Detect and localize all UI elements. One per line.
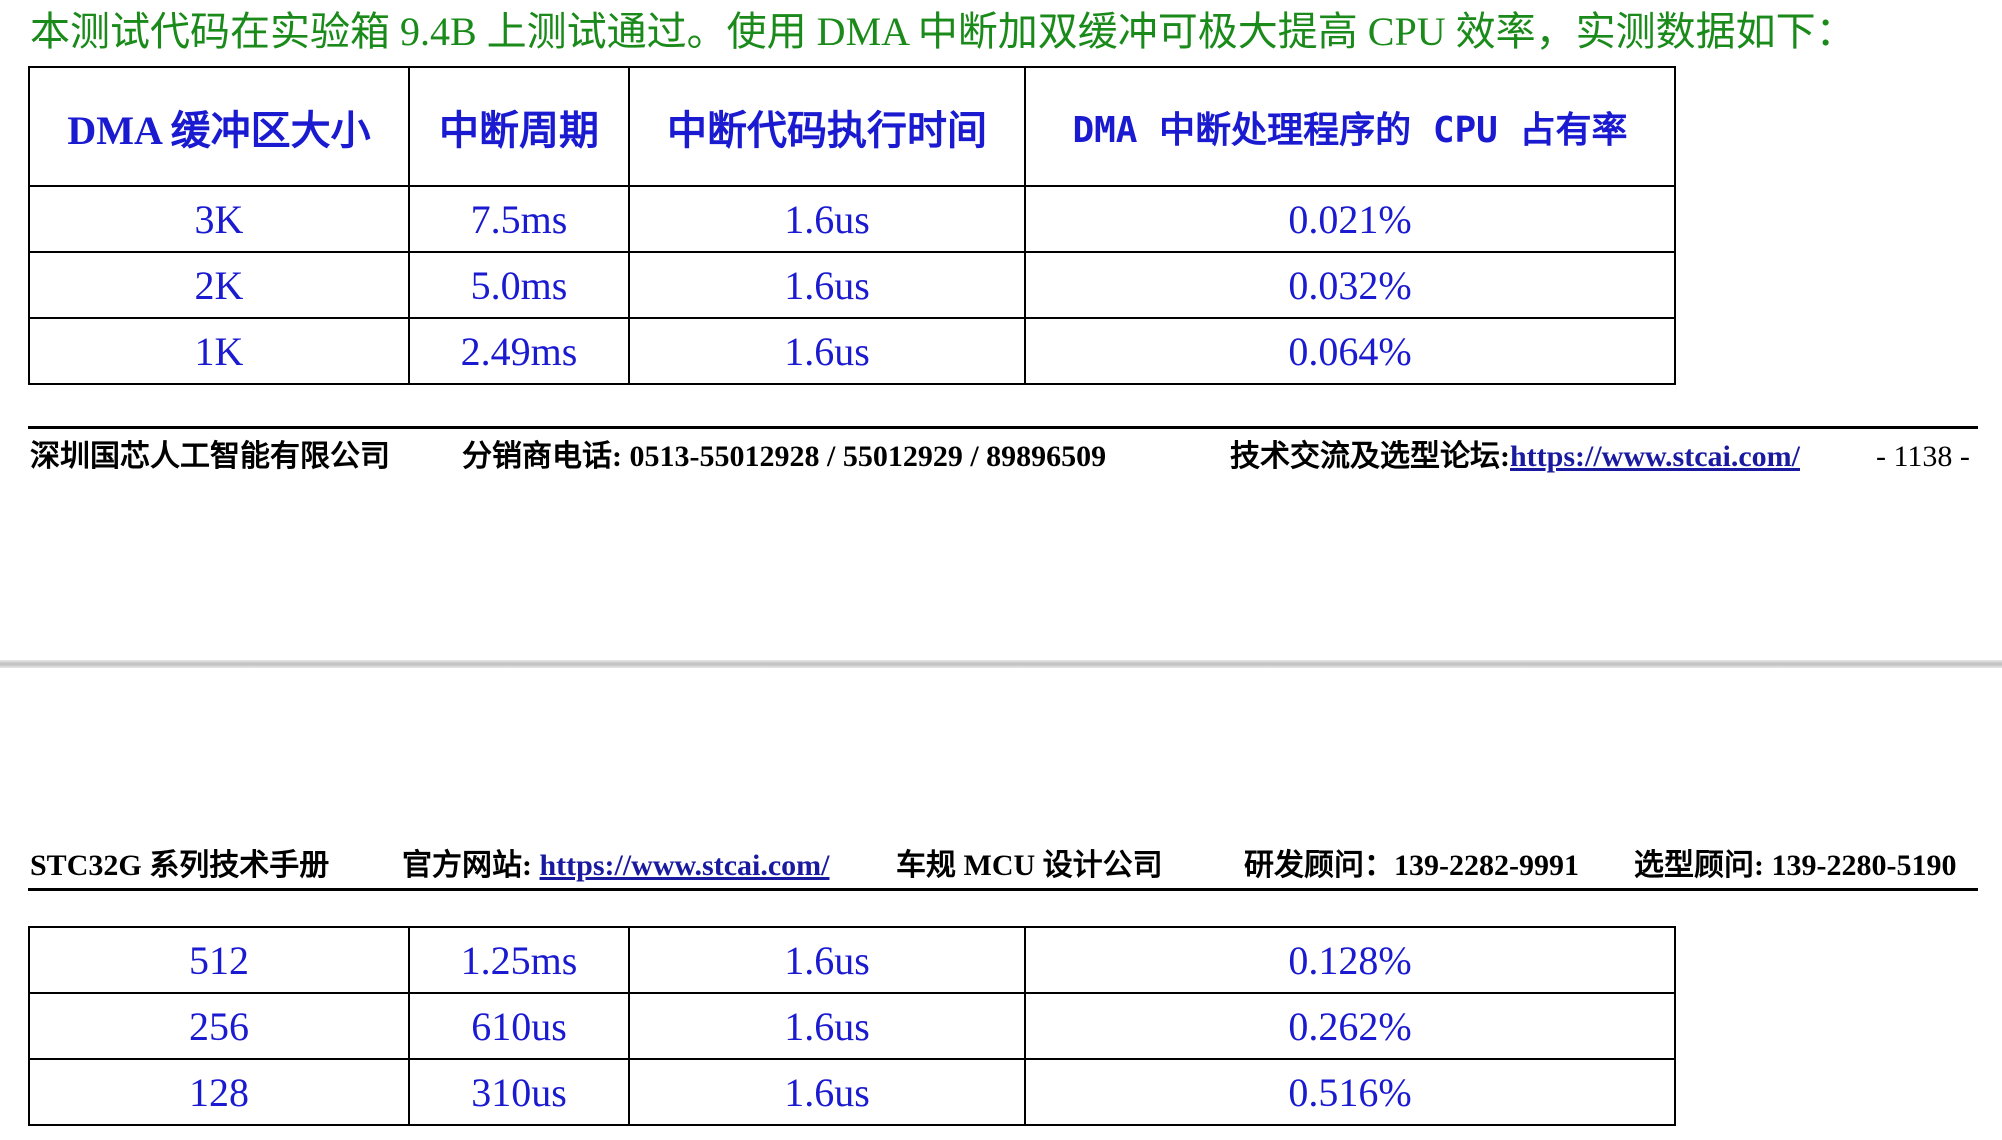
cell-interrupt-period: 610us [408,992,630,1060]
cell-buffer-size: 3K [28,185,410,253]
footer-distributor: 分销商电话: 0513-55012928 / 55012929 / 898965… [462,437,1106,477]
cell-exec-time: 1.6us [628,992,1026,1060]
footer-company: 深圳国芯人工智能有限公司 [30,440,390,473]
header-cpu-usage: DMA 中断处理程序的 CPU 占有率 [1024,66,1676,187]
footer-forum: 技术交流及选型论坛:https://www.stcai.com/ [1230,437,1800,477]
header-divider [28,888,1978,891]
site-label: 官方网站: [402,849,540,882]
header-interrupt-period: 中断周期 [408,66,630,187]
cell-exec-time: 1.6us [628,926,1026,994]
distributor-label: 分销商电话: [462,440,630,473]
dma-performance-table: DMA 缓冲区大小 中断周期 中断代码执行时间 DMA 中断处理程序的 CPU … [28,66,1676,385]
forum-link[interactable]: https://www.stcai.com/ [1510,440,1800,473]
header-exec-time: 中断代码执行时间 [628,66,1026,187]
site-link[interactable]: https://www.stcai.com/ [540,849,830,882]
rd-phone: 139-2282-9991 [1394,849,1579,882]
distributor-phones: 0513-55012928 / 55012929 / 89896509 [629,440,1107,473]
cell-buffer-size: 128 [28,1058,410,1126]
table-row: 128 310us 1.6us 0.516% [28,1058,1676,1126]
dma-performance-table-continued: 512 1.25ms 1.6us 0.128% 256 610us 1.6us … [28,926,1676,1126]
table-row: 2K 5.0ms 1.6us 0.032% [28,251,1676,319]
table-row: 512 1.25ms 1.6us 0.128% [28,926,1676,994]
cell-cpu-usage: 0.021% [1024,185,1676,253]
cell-cpu-usage: 0.032% [1024,251,1676,319]
page-break [0,660,2002,668]
header-manual-title: STC32G 系列技术手册 [30,849,330,882]
cell-cpu-usage: 0.516% [1024,1058,1676,1126]
footer-divider [28,426,1978,429]
cell-buffer-size: 256 [28,992,410,1060]
cell-interrupt-period: 7.5ms [408,185,630,253]
cell-buffer-size: 512 [28,926,410,994]
forum-label: 技术交流及选型论坛: [1230,440,1510,473]
cell-exec-time: 1.6us [628,1058,1026,1126]
cell-interrupt-period: 310us [408,1058,630,1126]
cell-interrupt-period: 5.0ms [408,251,630,319]
table-row: 1K 2.49ms 1.6us 0.064% [28,317,1676,385]
cell-buffer-size: 2K [28,251,410,319]
cell-exec-time: 1.6us [628,317,1026,385]
header-site: 官方网站: https://www.stcai.com/ [402,846,829,886]
cell-exec-time: 1.6us [628,251,1026,319]
cell-interrupt-period: 2.49ms [408,317,630,385]
cell-buffer-size: 1K [28,317,410,385]
table-row: 3K 7.5ms 1.6us 0.021% [28,185,1676,253]
header-rd: 研发顾问：139-2282-9991 [1244,846,1579,886]
header-buffer-size: DMA 缓冲区大小 [28,66,410,187]
header-selection: 选型顾问: 139-2280-5190 [1634,846,1956,886]
cell-interrupt-period: 1.25ms [408,926,630,994]
cell-cpu-usage: 0.064% [1024,317,1676,385]
rd-label: 研发顾问： [1244,849,1394,882]
sel-label: 选型顾问: [1634,849,1772,882]
cell-cpu-usage: 0.128% [1024,926,1676,994]
table-row: 256 610us 1.6us 0.262% [28,992,1676,1060]
page-number: - 1138 - [1876,440,1970,473]
cell-cpu-usage: 0.262% [1024,992,1676,1060]
sel-phone: 139-2280-5190 [1771,849,1957,882]
header-tagline: 车规 MCU 设计公司 [896,849,1163,882]
intro-paragraph: 本测试代码在实验箱 9.4B 上测试通过。使用 DMA 中断加双缓冲可极大提高 … [30,9,1856,54]
table-header-row: DMA 缓冲区大小 中断周期 中断代码执行时间 DMA 中断处理程序的 CPU … [28,66,1676,187]
cell-exec-time: 1.6us [628,185,1026,253]
